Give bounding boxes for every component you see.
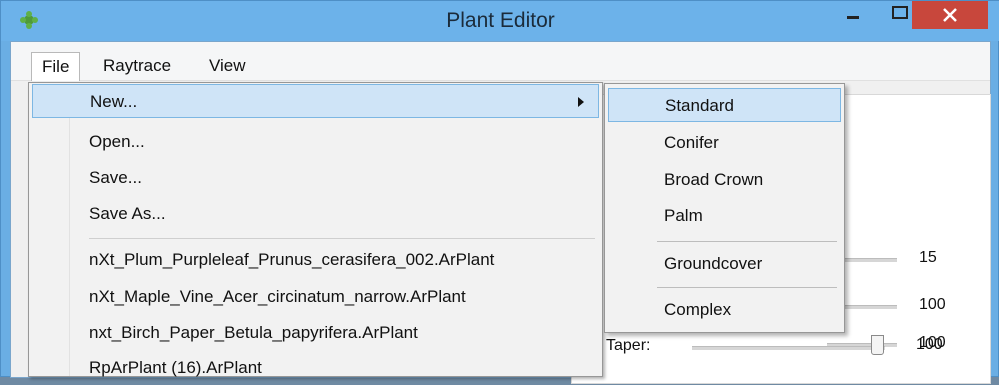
menu-item-open[interactable]: Open... [32, 125, 599, 159]
menu-item-label: Groundcover [664, 254, 763, 273]
taper-slider-track[interactable] [692, 346, 885, 350]
submenu-item-palm[interactable]: Palm [608, 199, 841, 233]
menu-bar: File Raytrace View [11, 42, 990, 81]
menu-item-label: Standard [665, 96, 734, 115]
submenu-item-groundcover[interactable]: Groundcover [608, 247, 841, 281]
title-bar[interactable]: Plant Editor [1, 1, 999, 41]
menu-separator [657, 287, 837, 288]
submenu-item-standard[interactable]: Standard [608, 88, 841, 122]
menu-item-label: Conifer [664, 133, 719, 152]
recent-file-item[interactable]: nxt_Birch_Paper_Betula_papyrifera.ArPlan… [32, 316, 599, 350]
submenu-item-broad-crown[interactable]: Broad Crown [608, 163, 841, 197]
menu-separator [657, 241, 837, 242]
recent-file-item[interactable]: RpArPlant (16).ArPlant [32, 351, 599, 385]
menu-item-label: nXt_Plum_Purpleleaf_Prunus_cerasifera_00… [89, 250, 495, 269]
menu-item-label: Open... [89, 132, 145, 151]
menu-item-label: Broad Crown [664, 170, 764, 189]
taper-label: Taper: [606, 337, 651, 354]
close-button[interactable] [912, 1, 988, 29]
menu-item-label: Save... [89, 168, 142, 187]
submenu-item-conifer[interactable]: Conifer [608, 126, 841, 160]
menu-item-new[interactable]: New... [32, 84, 599, 118]
menu-item-label: Complex [664, 300, 732, 319]
taper-value: 100 [916, 336, 943, 353]
menu-raytrace[interactable]: Raytrace [95, 52, 179, 80]
slider-value: 100 [919, 296, 946, 313]
submenu-arrow-icon [578, 97, 584, 107]
menu-item-save[interactable]: Save... [32, 161, 599, 195]
slider-value: 15 [919, 249, 937, 266]
recent-file-item[interactable]: nXt_Plum_Purpleleaf_Prunus_cerasifera_00… [32, 243, 599, 277]
menu-separator [89, 238, 595, 239]
menu-item-label: nXt_Maple_Vine_Acer_circinatum_narrow.Ar… [89, 287, 466, 306]
menu-file[interactable]: File [31, 52, 81, 81]
minimize-button[interactable] [833, 1, 877, 29]
menu-item-save-as[interactable]: Save As... [32, 197, 599, 231]
menu-item-label: Palm [664, 206, 703, 225]
close-icon [943, 8, 957, 22]
minimize-icon [847, 16, 859, 19]
recent-file-item[interactable]: nXt_Maple_Vine_Acer_circinatum_narrow.Ar… [32, 280, 599, 314]
menu-item-label: Save As... [89, 204, 166, 223]
menu-item-label: New... [90, 92, 138, 111]
taper-slider-thumb[interactable] [871, 335, 884, 355]
new-submenu: Standard Conifer Broad Crown Palm Ground… [604, 83, 845, 333]
menu-item-label: nxt_Birch_Paper_Betula_papyrifera.ArPlan… [89, 323, 418, 342]
menu-item-label: RpArPlant (16).ArPlant [89, 358, 262, 377]
submenu-item-complex[interactable]: Complex [608, 293, 841, 327]
menu-view[interactable]: View [201, 52, 254, 80]
file-menu-dropdown: New... Open... Save... Save As... nXt_Pl… [28, 82, 603, 377]
